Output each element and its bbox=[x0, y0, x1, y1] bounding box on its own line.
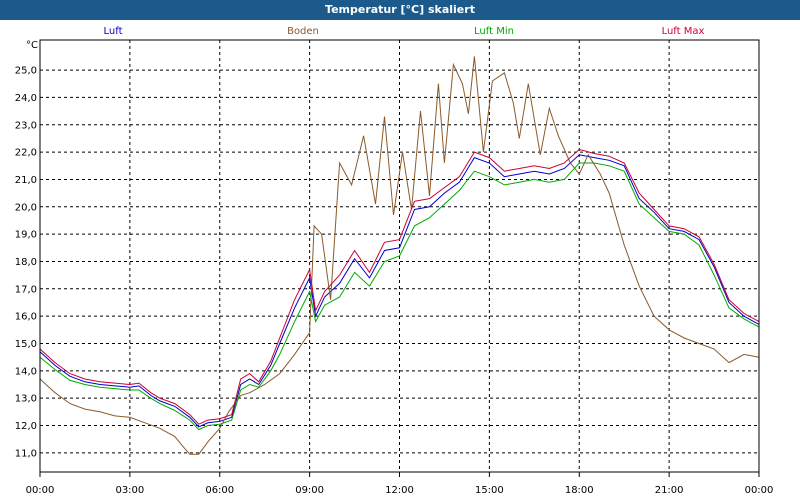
y-tick-label: 17,0 bbox=[15, 284, 37, 295]
y-tick-label: 24,0 bbox=[15, 93, 37, 104]
y-tick-label: 14,0 bbox=[15, 366, 37, 377]
x-axis-ticks: 00:0006.08.1703:0006.08.1706:0006.08.170… bbox=[26, 472, 774, 496]
y-tick-label: 15,0 bbox=[15, 339, 37, 350]
y-axis-ticks: 11,0 12,0 13,0 14,0 15,0 16,0 17,0 18,0 19,0 20,0… bbox=[15, 66, 37, 460]
series-line-luft bbox=[39, 154, 760, 428]
y-tick-label: 16,0 bbox=[15, 312, 37, 323]
x-tick-time: 00:00 bbox=[26, 485, 55, 496]
x-tick-time: 15:00 bbox=[475, 485, 504, 496]
chart-title: Temperatur [°C] skaliert bbox=[0, 0, 800, 20]
x-tick-time: 06:00 bbox=[205, 485, 234, 496]
temperature-chart: Luft Boden Luft Min Luft Max °C 11,0 12,0 13,… bbox=[15, 26, 774, 496]
y-tick-label: 19,0 bbox=[15, 230, 37, 241]
x-tick-time: 21:00 bbox=[655, 485, 684, 496]
legend-item: Luft Max bbox=[662, 26, 705, 37]
y-tick-label: 20,0 bbox=[15, 202, 37, 213]
y-tick-label: 21,0 bbox=[15, 175, 37, 186]
x-tick-time: 09:00 bbox=[295, 485, 324, 496]
x-tick-time: 03:00 bbox=[115, 485, 144, 496]
y-tick-label: 18,0 bbox=[15, 257, 37, 268]
y-tick-label: 23,0 bbox=[15, 120, 37, 131]
y-tick-label: 13,0 bbox=[15, 394, 37, 405]
y-tick-label: 25,0 bbox=[15, 66, 37, 77]
y-unit-label: °C bbox=[26, 40, 38, 51]
y-tick-label: 11,0 bbox=[15, 448, 37, 459]
legend-item: Boden bbox=[287, 26, 319, 37]
y-tick-label: 22,0 bbox=[15, 148, 37, 159]
legend: Luft Boden Luft Min Luft Max bbox=[104, 26, 705, 37]
x-tick-time: 00:00 bbox=[745, 485, 774, 496]
x-tick-time: 12:00 bbox=[385, 485, 414, 496]
y-tick-label: 12,0 bbox=[15, 421, 37, 432]
x-tick-time: 18:00 bbox=[565, 485, 594, 496]
legend-item: Luft bbox=[104, 26, 123, 37]
legend-item: Luft Min bbox=[474, 26, 514, 37]
